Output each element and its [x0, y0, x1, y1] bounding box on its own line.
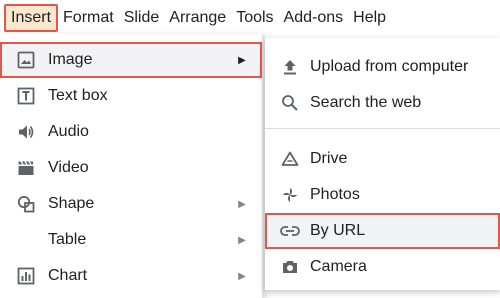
insert-menu-item-image[interactable]: Image ▶: [0, 42, 262, 78]
submenu-item-upload-from-computer[interactable]: Upload from computer: [265, 49, 500, 85]
insert-menu-item-video[interactable]: Video: [0, 150, 262, 186]
insert-menu-item-label: Shape: [48, 195, 95, 212]
submenu-arrow-icon: ▶: [238, 270, 246, 282]
submenu-item-label: Photos: [310, 186, 360, 203]
image-submenu: Upload from computer Search the web Driv…: [265, 38, 500, 290]
insert-menu-item-chart[interactable]: Chart ▶: [0, 258, 262, 294]
submenu-item-label: Search the web: [310, 94, 422, 111]
video-icon: [16, 158, 36, 178]
upload-icon: [280, 57, 300, 77]
image-icon: [16, 50, 36, 70]
menu-arrange[interactable]: Arrange: [164, 4, 231, 32]
audio-icon: [16, 122, 36, 142]
text-box-icon: [16, 86, 36, 106]
menu-insert[interactable]: Insert: [4, 4, 59, 32]
menu-add-ons[interactable]: Add-ons: [279, 4, 349, 32]
insert-menu-item-label: Table: [48, 231, 87, 248]
insert-menu-item-label: Image: [48, 51, 93, 68]
submenu-divider: [265, 128, 500, 129]
insert-menu-item-text-box[interactable]: Text box: [0, 78, 262, 114]
link-icon: [280, 221, 300, 241]
insert-menu-item-label: Video: [48, 159, 89, 176]
insert-menu-item-label: Chart: [48, 267, 88, 284]
menu-format[interactable]: Format: [58, 4, 119, 32]
photos-icon: [280, 185, 300, 205]
submenu-item-label: Upload from computer: [310, 58, 469, 75]
insert-menu-item-shape[interactable]: Shape ▶: [0, 186, 262, 222]
submenu-arrow-icon: ▶: [238, 54, 246, 66]
submenu-item-label: Drive: [310, 150, 348, 167]
submenu-arrow-icon: ▶: [238, 198, 246, 210]
camera-icon: [280, 257, 300, 277]
menu-help[interactable]: Help: [348, 4, 391, 32]
insert-menu-item-label: Text box: [48, 87, 108, 104]
table-icon-placeholder: [16, 230, 36, 250]
insert-menu-item-table[interactable]: Table ▶: [0, 222, 262, 258]
search-icon: [280, 93, 300, 113]
chart-icon: [16, 266, 36, 286]
insert-menu-item-audio[interactable]: Audio: [0, 114, 262, 150]
submenu-item-photos[interactable]: Photos: [265, 177, 500, 213]
menubar: Insert Format Slide Arrange Tools Add-on…: [0, 0, 500, 36]
menu-tools[interactable]: Tools: [231, 4, 278, 32]
shape-icon: [16, 194, 36, 214]
submenu-item-camera[interactable]: Camera: [265, 249, 500, 285]
insert-menu-dropdown: Image ▶ Text box Audio Video Shape ▶ Tab…: [0, 34, 263, 298]
submenu-item-search-the-web[interactable]: Search the web: [265, 85, 500, 121]
submenu-item-by-url[interactable]: By URL: [265, 213, 500, 249]
submenu-arrow-icon: ▶: [238, 234, 246, 246]
submenu-item-label: By URL: [310, 222, 366, 239]
drive-icon: [280, 149, 300, 169]
menu-slide[interactable]: Slide: [119, 4, 165, 32]
submenu-item-drive[interactable]: Drive: [265, 141, 500, 177]
insert-menu-item-label: Audio: [48, 123, 89, 140]
submenu-item-label: Camera: [310, 258, 367, 275]
